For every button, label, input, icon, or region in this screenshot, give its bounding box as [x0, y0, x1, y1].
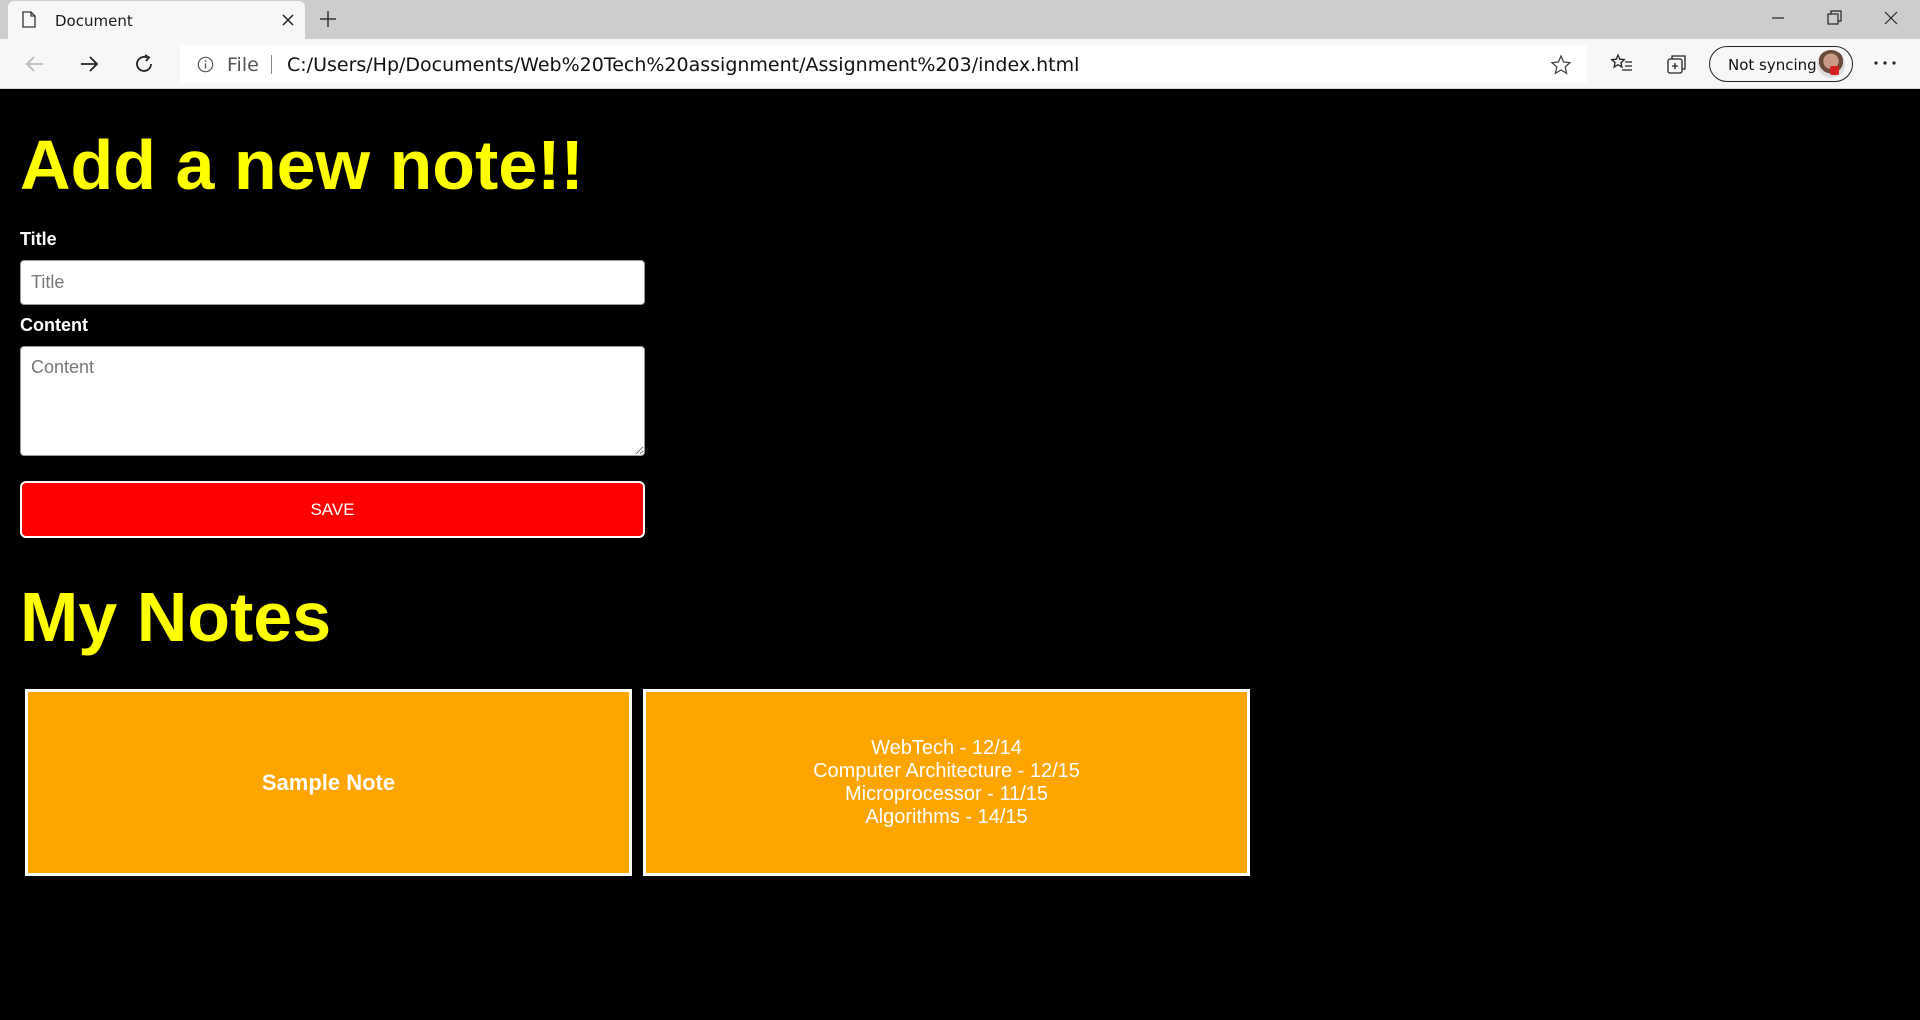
note-card[interactable]: WebTech - 12/14 Computer Architecture - … [643, 689, 1250, 876]
note-content: WebTech - 12/14 Computer Architecture - … [813, 737, 1080, 829]
url-text[interactable]: C:/Users/Hp/Documents/Web%20Tech%20assig… [287, 54, 1079, 76]
tab-title: Document [55, 12, 133, 30]
restore-icon[interactable] [1824, 8, 1844, 28]
title-input[interactable] [20, 260, 645, 305]
tab-strip: Document [0, 0, 1920, 39]
collections-icon[interactable] [1665, 52, 1689, 76]
add-favorite-star-icon[interactable] [1550, 54, 1572, 76]
title-label: Title [20, 229, 57, 249]
document-icon [22, 11, 36, 28]
info-icon[interactable] [197, 56, 214, 73]
forward-arrow-icon[interactable] [77, 52, 101, 76]
refresh-icon[interactable] [132, 52, 156, 76]
note-line: WebTech - 12/14 [871, 736, 1022, 759]
close-window-icon[interactable] [1881, 8, 1901, 28]
back-arrow-icon[interactable] [23, 52, 47, 76]
add-note-heading: Add a new note!! [20, 126, 584, 204]
content-textarea[interactable] [20, 346, 645, 456]
note-line: Algorithms - 14/15 [865, 805, 1028, 828]
browser-tab[interactable]: Document [8, 1, 305, 39]
close-tab-icon[interactable] [280, 12, 296, 28]
sync-status-label: Not syncing [1728, 56, 1817, 74]
content-label: Content [20, 315, 88, 335]
save-button[interactable]: SAVE [20, 481, 645, 538]
address-separator [271, 55, 272, 74]
new-tab-icon[interactable] [318, 9, 338, 29]
my-notes-heading: My Notes [20, 578, 332, 656]
note-card[interactable]: Sample Note [25, 689, 632, 876]
address-scheme-label: File [227, 54, 259, 76]
note-line: Computer Architecture - 12/15 [813, 759, 1080, 782]
note-line: Microprocessor - 11/15 [844, 782, 1049, 805]
browser-toolbar: File C:/Users/Hp/Documents/Web%20Tech%20… [0, 39, 1920, 89]
sync-warning-dot [1830, 66, 1839, 75]
minimize-icon[interactable] [1768, 8, 1788, 28]
page-content: Add a new note!! Title Content SAVE My N… [0, 90, 1920, 1020]
profile-sync-button[interactable]: Not syncing [1709, 46, 1853, 82]
avatar [1817, 50, 1845, 78]
address-bar[interactable]: File C:/Users/Hp/Documents/Web%20Tech%20… [180, 45, 1587, 83]
note-title: Sample Note [261, 769, 396, 795]
favorites-icon[interactable] [1610, 52, 1634, 76]
more-options-icon[interactable] [1873, 59, 1897, 67]
